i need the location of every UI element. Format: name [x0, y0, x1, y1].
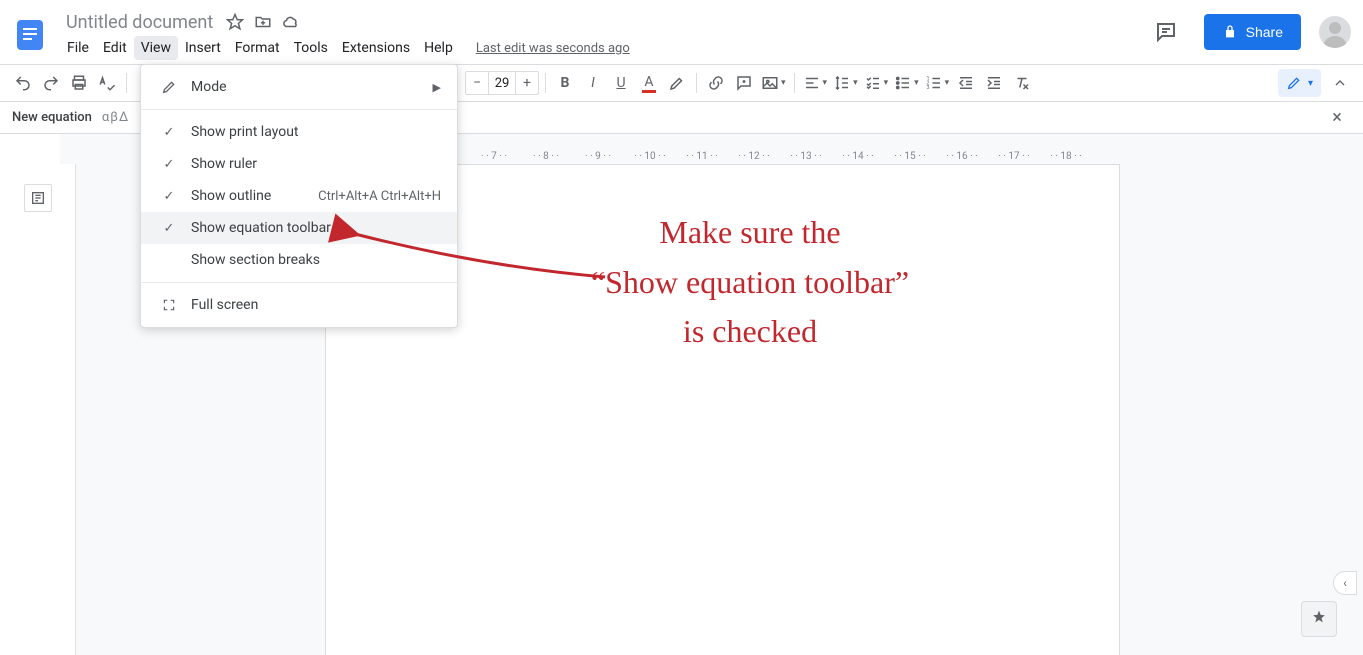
undo-button[interactable] — [10, 70, 36, 96]
view-print-layout-item[interactable]: ✓ Show print layout — [141, 116, 457, 148]
check-icon: ✓ — [157, 221, 181, 236]
check-icon: ✓ — [157, 125, 181, 140]
checklist-button[interactable] — [862, 70, 891, 96]
underline-button[interactable]: U — [608, 70, 634, 96]
move-icon[interactable] — [251, 10, 275, 34]
font-size-increase[interactable]: + — [516, 75, 538, 91]
svg-text:3: 3 — [926, 85, 929, 91]
mode-icon — [157, 79, 181, 95]
toolbar-separator — [696, 73, 697, 93]
show-outline-button[interactable] — [24, 184, 52, 212]
insert-comment-button[interactable] — [731, 70, 757, 96]
bulleted-list-button[interactable] — [892, 70, 921, 96]
font-size-box: − 29 + — [465, 71, 539, 95]
increase-indent-button[interactable] — [981, 70, 1007, 96]
equation-glyph-menu[interactable]: αβΔ — [102, 110, 129, 125]
menu-help[interactable]: Help — [417, 36, 460, 60]
view-ruler-item[interactable]: ✓ Show ruler — [141, 148, 457, 180]
avatar[interactable] — [1319, 16, 1351, 48]
submenu-arrow-icon: ▶ — [433, 81, 441, 94]
menu-separator — [141, 282, 457, 283]
clear-formatting-button[interactable] — [1009, 70, 1035, 96]
fullscreen-icon — [157, 298, 181, 312]
numbered-list-button[interactable]: 123 — [923, 70, 952, 96]
view-mode-item[interactable]: Mode ▶ — [141, 71, 457, 103]
vertical-ruler[interactable] — [60, 164, 76, 655]
toolbar-separator — [794, 73, 795, 93]
menubar: File Edit View Insert Format Tools Exten… — [60, 34, 630, 62]
view-equation-toolbar-item[interactable]: ✓ Show equation toolbar — [141, 212, 457, 244]
bold-button[interactable]: B — [552, 70, 578, 96]
left-gutter — [0, 134, 60, 655]
title-row: Untitled document — [60, 8, 630, 32]
new-equation-button[interactable]: New equation — [12, 110, 92, 125]
collapse-toolbar-button[interactable] — [1327, 70, 1353, 96]
print-button[interactable] — [66, 70, 92, 96]
cloud-status-icon[interactable] — [279, 10, 303, 34]
view-menu-dropdown: Mode ▶ ✓ Show print layout ✓ Show ruler … — [140, 64, 458, 328]
menu-extensions[interactable]: Extensions — [335, 36, 417, 60]
italic-button[interactable]: I — [580, 70, 606, 96]
lock-icon — [1222, 24, 1238, 40]
check-icon: ✓ — [157, 157, 181, 172]
comments-icon[interactable] — [1146, 12, 1186, 52]
menu-separator — [141, 109, 457, 110]
font-size-value[interactable]: 29 — [488, 72, 516, 94]
document-title[interactable]: Untitled document — [60, 12, 219, 33]
view-fullscreen-item[interactable]: Full screen — [141, 289, 457, 321]
share-label: Share — [1246, 24, 1283, 40]
editing-mode-button[interactable]: ▾ — [1278, 69, 1321, 97]
title-column: Untitled document File Edit View Insert … — [60, 8, 630, 62]
menu-view[interactable]: View — [134, 36, 178, 60]
align-button[interactable] — [801, 70, 830, 96]
close-equation-toolbar[interactable]: × — [1323, 104, 1351, 132]
titlebar-right: Share — [1146, 8, 1351, 56]
share-button[interactable]: Share — [1204, 14, 1301, 50]
explore-button[interactable] — [1301, 601, 1337, 637]
menu-format[interactable]: Format — [228, 36, 287, 60]
toolbar-separator — [545, 73, 546, 93]
decrease-indent-button[interactable] — [953, 70, 979, 96]
last-edit-text[interactable]: Last edit was seconds ago — [476, 41, 630, 56]
menu-insert[interactable]: Insert — [178, 36, 228, 60]
star-icon[interactable] — [223, 10, 247, 34]
text-color-button[interactable]: A — [636, 70, 662, 96]
view-outline-item[interactable]: ✓ Show outline Ctrl+Alt+A Ctrl+Alt+H — [141, 180, 457, 212]
redo-button[interactable] — [38, 70, 64, 96]
insert-link-button[interactable] — [703, 70, 729, 96]
pencil-icon — [1286, 75, 1302, 91]
toolbar-right: ▾ — [1278, 69, 1353, 97]
spellcheck-button[interactable] — [94, 70, 120, 96]
check-icon: ✓ — [157, 189, 181, 204]
menu-file[interactable]: File — [60, 36, 96, 60]
insert-image-button[interactable] — [759, 70, 788, 96]
menu-edit[interactable]: Edit — [96, 36, 134, 60]
view-section-breaks-item[interactable]: Show section breaks — [141, 244, 457, 276]
docs-logo[interactable] — [10, 8, 50, 62]
highlight-button[interactable] — [664, 70, 690, 96]
show-side-panel-button[interactable]: ‹ — [1333, 571, 1357, 595]
titlebar: Untitled document File Edit View Insert … — [0, 0, 1363, 64]
font-size-decrease[interactable]: − — [466, 75, 488, 91]
line-spacing-button[interactable] — [831, 70, 860, 96]
menu-tools[interactable]: Tools — [287, 36, 335, 60]
toolbar-separator — [126, 73, 127, 93]
